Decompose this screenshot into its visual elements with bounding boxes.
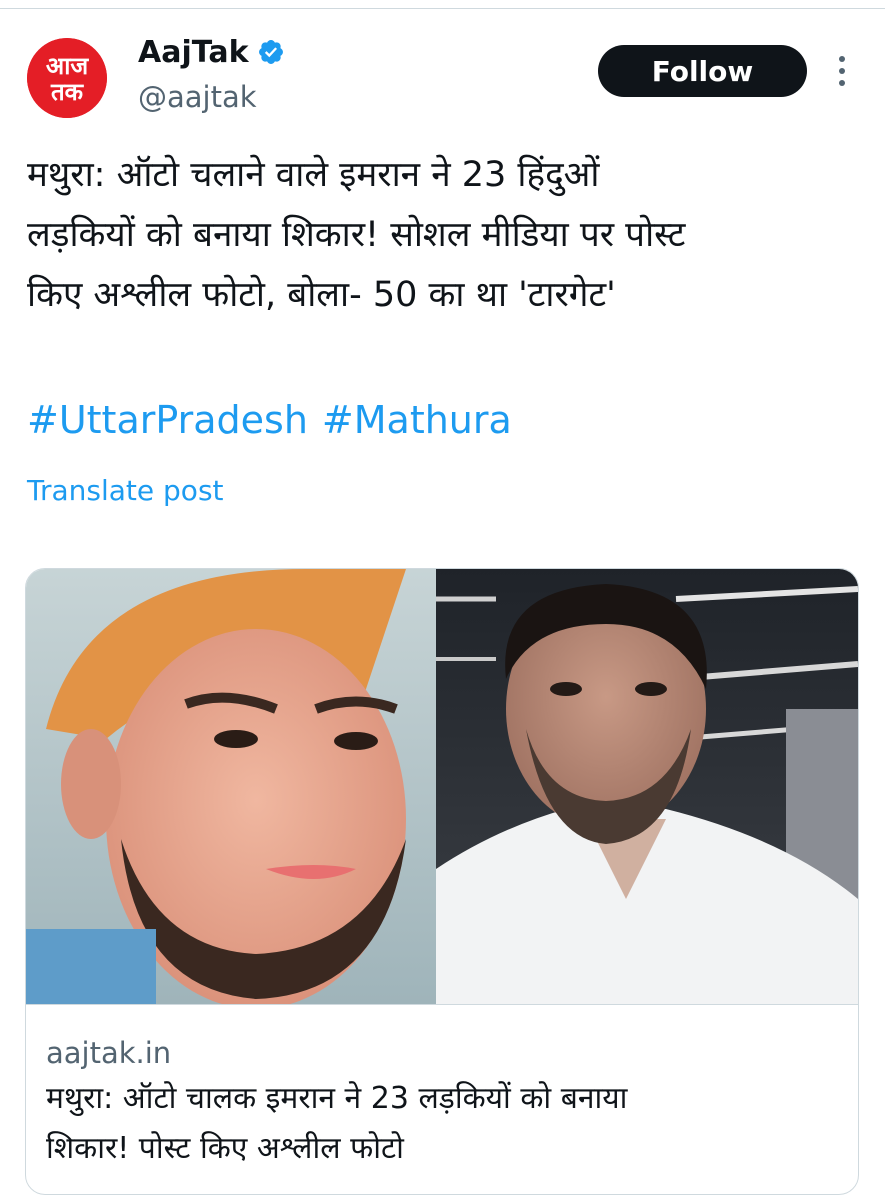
card-domain: aajtak.in (46, 1036, 172, 1070)
logo-text-top: आज (46, 52, 90, 80)
card-title-line: मथुरा: ऑटो चालक इमरान ने 23 लड़कियों को … (46, 1081, 628, 1116)
link-preview-card[interactable]: aajtak.in मथुरा: ऑटो चालक इमरान ने 23 लड… (25, 568, 859, 1195)
card-title-line: शिकार! पोस्ट किए अश्लील फोटो (46, 1131, 404, 1166)
more-vertical-icon[interactable] (832, 52, 852, 90)
post-text-line: किए अश्लील फोटो, बोला- 50 का था 'टारगेट' (27, 275, 616, 315)
card-image (26, 569, 858, 1004)
display-name[interactable]: AajTak (138, 35, 249, 70)
logo-text-bottom: तक (50, 78, 85, 106)
author-name-row: AajTak (138, 30, 285, 74)
hashtag-uttarpradesh[interactable]: #UttarPradesh (27, 398, 308, 442)
hashtag-mathura[interactable]: #Mathura (322, 398, 512, 442)
card-divider (26, 1004, 858, 1005)
verified-badge-icon (258, 40, 283, 64)
card-title: मथुरा: ऑटो चालक इमरान ने 23 लड़कियों को … (46, 1074, 836, 1174)
avatar[interactable]: आज तक (27, 38, 107, 118)
follow-button[interactable]: Follow (598, 45, 807, 97)
top-divider (0, 8, 885, 9)
hashtags: #UttarPradesh #Mathura (27, 398, 512, 442)
post-text: मथुरा: ऑटो चलाने वाले इमरान ने 23 हिंदुओ… (27, 145, 857, 325)
post-text-line: लड़कियों को बनाया शिकार! सोशल मीडिया पर … (27, 215, 686, 255)
handle[interactable]: @aajtak (138, 80, 257, 114)
translate-post-link[interactable]: Translate post (27, 474, 224, 507)
post-text-line: मथुरा: ऑटो चलाने वाले इमरान ने 23 हिंदुओ… (27, 155, 600, 195)
